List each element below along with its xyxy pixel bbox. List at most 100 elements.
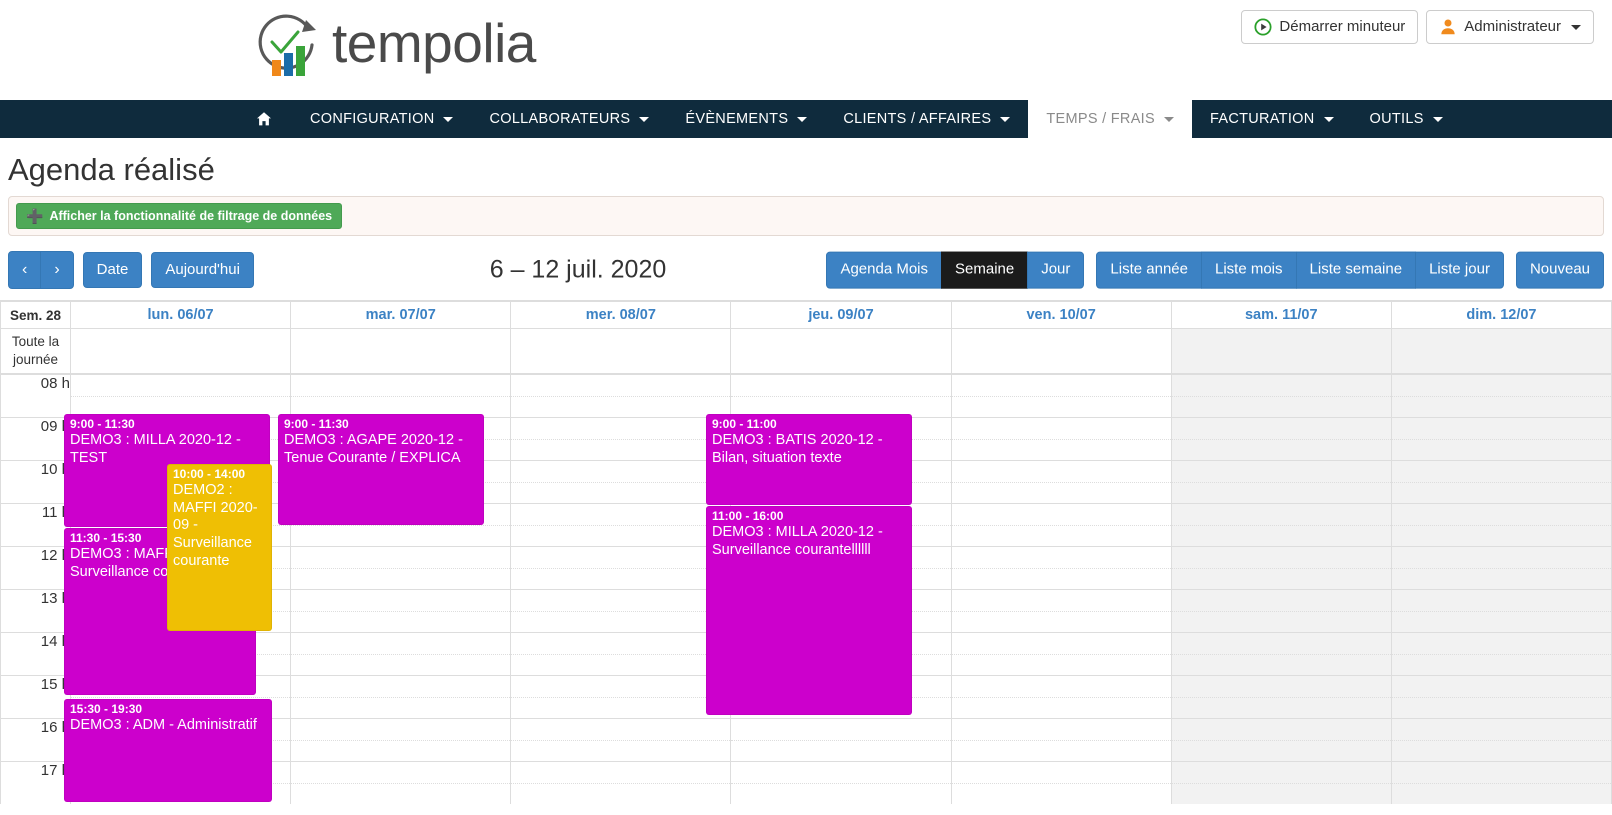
time-slot[interactable] [1390,417,1612,440]
time-slot[interactable] [1170,503,1392,526]
all-day-cell-mer[interactable] [510,327,732,375]
nav-item-facturation[interactable]: FACTURATION [1192,100,1352,138]
day-header-mar[interactable]: mar. 07/07 [290,301,512,329]
time-slot[interactable] [1170,632,1392,655]
time-slot[interactable] [1170,417,1392,440]
time-slot[interactable] [1390,482,1612,505]
time-slot[interactable] [950,503,1172,526]
time-slot[interactable] [1390,568,1612,591]
nav-item-home[interactable] [236,100,292,138]
time-slot[interactable] [950,546,1172,569]
time-slot[interactable] [290,761,512,784]
time-slot[interactable] [1390,374,1612,397]
time-slot[interactable] [730,718,952,741]
time-slot[interactable] [950,374,1172,397]
next-period-button[interactable]: › [40,251,74,289]
time-slot[interactable] [1390,525,1612,548]
nav-item-evenements[interactable]: ÉVÈNEMENTS [667,100,825,138]
nav-item-clients-affaires[interactable]: CLIENTS / AFFAIRES [825,100,1028,138]
brand-logo[interactable]: tempolia [246,8,536,84]
time-slot[interactable] [510,589,732,612]
today-button[interactable]: Aujourd'hui [151,251,254,289]
time-slot[interactable] [290,611,512,634]
time-slot[interactable] [1170,718,1392,741]
time-slot[interactable] [1390,697,1612,720]
nav-item-collaborateurs[interactable]: COLLABORATEURS [471,100,667,138]
time-slot[interactable] [290,374,512,397]
view-semaine-button[interactable]: Semaine [941,251,1029,289]
time-slot[interactable] [1170,611,1392,634]
day-header-dim[interactable]: dim. 12/07 [1390,301,1612,329]
time-slot[interactable] [510,568,732,591]
time-slot[interactable] [1170,439,1392,462]
list-semaine-button[interactable]: Liste semaine [1295,251,1417,289]
time-slot[interactable] [1390,589,1612,612]
time-slot[interactable] [1170,675,1392,698]
view-jour-button[interactable]: Jour [1027,251,1085,289]
time-slot[interactable] [950,439,1172,462]
show-data-filter-button[interactable]: ➕ Afficher la fonctionnalité de filtrage… [16,203,343,229]
time-slot[interactable] [1390,460,1612,483]
time-slot[interactable] [950,396,1172,419]
nav-item-configuration[interactable]: CONFIGURATION [292,100,471,138]
time-slot[interactable] [950,697,1172,720]
time-slot[interactable] [510,654,732,677]
time-slot[interactable] [730,783,952,805]
time-slot[interactable] [290,525,512,548]
time-slot[interactable] [290,546,512,569]
time-slot[interactable] [1390,546,1612,569]
time-slot[interactable] [950,525,1172,548]
time-slot[interactable] [510,482,732,505]
time-slot[interactable] [1390,503,1612,526]
day-header-jeu[interactable]: jeu. 09/07 [730,301,952,329]
time-slot[interactable] [290,675,512,698]
time-slot[interactable] [730,740,952,763]
new-event-button[interactable]: Nouveau [1515,251,1604,289]
start-timer-button[interactable]: Démarrer minuteur [1241,10,1419,44]
time-slot[interactable] [1390,783,1612,805]
all-day-cell-lun[interactable] [69,327,292,375]
time-slot[interactable] [1390,396,1612,419]
time-slot[interactable] [510,525,732,548]
prev-period-button[interactable]: ‹ [8,251,42,289]
time-slot[interactable] [1390,761,1612,784]
time-slot[interactable] [1390,611,1612,634]
time-slot[interactable] [1170,740,1392,763]
time-slot[interactable] [290,568,512,591]
time-slot[interactable] [290,783,512,805]
list-jour-button[interactable]: Liste jour [1415,251,1504,289]
calendar-event[interactable]: 9:00 - 11:30 DEMO3 : AGAPE 2020-12 - Tenu… [278,414,484,526]
time-slot[interactable] [1170,374,1392,397]
day-header-lun[interactable]: lun. 06/07 [69,301,292,329]
all-day-cell-jeu[interactable] [730,327,952,375]
time-slot[interactable] [510,761,732,784]
time-slot[interactable] [950,460,1172,483]
list-mois-button[interactable]: Liste mois [1200,251,1297,289]
day-header-mer[interactable]: mer. 08/07 [510,301,732,329]
time-slot[interactable] [1170,783,1392,805]
time-slot[interactable] [290,654,512,677]
time-slot[interactable] [510,675,732,698]
calendar-event[interactable]: 10:00 - 14:00 DEMO2 : MAFFI 2020-09 - Sur… [167,464,272,632]
all-day-cell-ven[interactable] [950,327,1172,375]
time-slot[interactable] [1390,718,1612,741]
list-annee-button[interactable]: Liste année [1096,251,1202,289]
time-slot[interactable] [1170,654,1392,677]
time-slot[interactable] [950,718,1172,741]
day-header-ven[interactable]: ven. 10/07 [950,301,1172,329]
time-slot[interactable] [1170,589,1392,612]
all-day-cell-dim[interactable] [1390,327,1612,375]
time-slot[interactable] [510,632,732,655]
time-slot[interactable] [1170,460,1392,483]
time-slot[interactable] [950,589,1172,612]
time-slot[interactable] [290,632,512,655]
time-slot[interactable] [290,589,512,612]
time-slot[interactable] [510,546,732,569]
time-slot[interactable] [950,761,1172,784]
time-slot[interactable] [1390,740,1612,763]
date-picker-button[interactable]: Date [82,251,143,289]
time-slot[interactable] [510,417,732,440]
all-day-cell-mar[interactable] [290,327,512,375]
time-slot[interactable] [510,718,732,741]
time-slot[interactable] [510,783,732,805]
